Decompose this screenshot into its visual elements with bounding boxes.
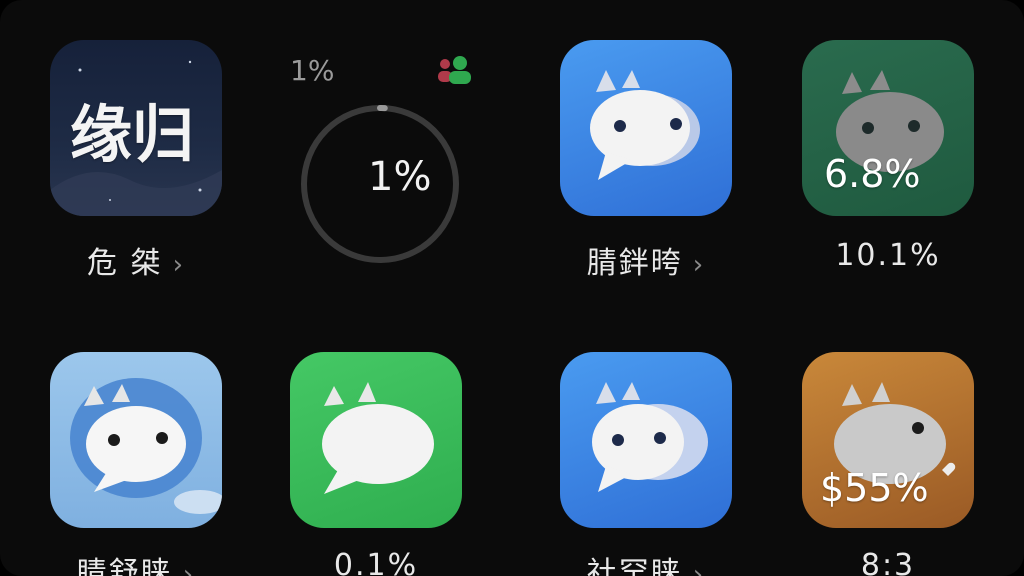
app-label-green-chat: 10.1% [778, 238, 998, 273]
app-label-text: 社罕睐 [586, 556, 683, 576]
cloud-chat-icon [70, 378, 222, 514]
chat-bubble-icon [592, 382, 708, 492]
chevron-right-icon: › [182, 560, 196, 576]
app-label-blue-chat-2[interactable]: 社罕睐 › [536, 548, 756, 576]
app-icon-blue-chat[interactable] [560, 40, 732, 216]
progress-widget[interactable]: 1% 1% [280, 40, 480, 270]
app-label-text: 腈鉡晇 [586, 246, 683, 281]
app-label-text: 危 桀 [87, 246, 163, 281]
app-label-orange-chat: 8:3 [778, 548, 998, 576]
app-label-cloud-chat[interactable]: 睛舒睐 › [26, 548, 246, 576]
app-icon-cloud-chat[interactable] [50, 352, 222, 528]
people-icon [438, 56, 471, 84]
app-label-blue-chat[interactable]: 腈鉡晇 › [536, 238, 756, 282]
app-overlay-text: 6.8% [824, 152, 921, 196]
widget-percent-label: 1% [290, 54, 335, 87]
app-icon-yuangui[interactable]: 缘归 [50, 40, 222, 216]
app-logo-text: 缘归 [70, 98, 195, 171]
app-label-yuangui[interactable]: 危 桀 › [26, 238, 246, 282]
app-label-green-message: 0.1% [266, 548, 486, 576]
app-icon-green-message[interactable] [290, 352, 462, 528]
chat-bubble-icon [590, 70, 700, 180]
app-overlay-text: $55% [820, 466, 929, 510]
app-icon-orange-chat[interactable]: $55% [802, 352, 974, 528]
chevron-right-icon: › [172, 250, 185, 280]
chevron-right-icon: › [692, 250, 706, 280]
ring-percent-label: 1% [368, 154, 432, 200]
message-bubble-icon [322, 382, 434, 494]
app-icon-blue-chat-2[interactable] [560, 352, 732, 528]
chevron-right-icon: › [692, 560, 706, 576]
app-icon-green-chat[interactable]: 6.8% [802, 40, 974, 216]
home-screen: 缘归 危 桀 › 1% 1% 腈鉡晇 › 6.8% 10.1% 睛舒睐 › 0.… [0, 0, 1024, 576]
app-label-text: 0.1% [333, 548, 419, 576]
app-label-text: 10.1% [835, 238, 941, 273]
app-label-text: 8:3 [860, 548, 916, 576]
app-label-text: 睛舒睐 [76, 556, 173, 576]
